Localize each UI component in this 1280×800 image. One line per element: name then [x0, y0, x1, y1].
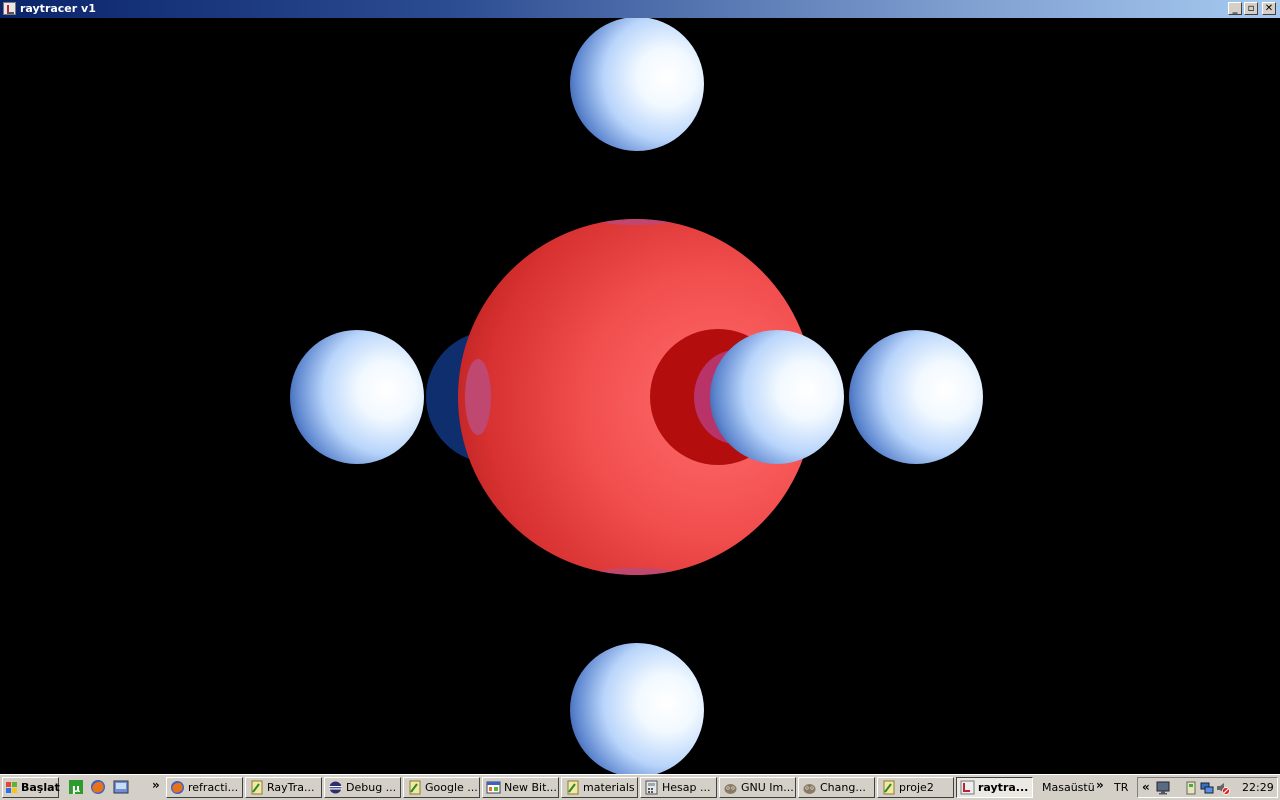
task-label: raytra... [978, 781, 1029, 794]
refraction-spot-left [465, 359, 491, 435]
sphere-center-right [710, 330, 844, 464]
clock[interactable]: 22:29 [1242, 781, 1274, 794]
eclipse-icon [328, 780, 343, 795]
task-label: Debug ... [346, 781, 397, 794]
quicklaunch-utorrent-icon[interactable]: μ [68, 779, 84, 795]
task-debug[interactable]: Debug ... [324, 777, 401, 798]
task-label: Hesap ... [662, 781, 711, 794]
firefox-icon [170, 780, 185, 795]
sphere-bottom [570, 643, 704, 774]
gimp-icon [723, 780, 738, 795]
start-label: Başlat [21, 781, 60, 794]
task-new-bitmap[interactable]: New Bit... [482, 777, 559, 798]
desktop-more-button[interactable]: » [1096, 778, 1104, 792]
task-proje2[interactable]: proje2 [877, 777, 954, 798]
quicklaunch-more-button[interactable]: » [152, 778, 160, 792]
task-label: refracti... [188, 781, 239, 794]
window-title: raytracer v1 [20, 2, 96, 15]
render-canvas [0, 18, 1280, 774]
svg-text:μ: μ [72, 782, 80, 795]
java-icon [249, 780, 264, 795]
task-materials[interactable]: materials [561, 777, 638, 798]
system-tray: « 22:29 [1137, 777, 1278, 798]
sphere-left [290, 330, 424, 464]
windows-flag-icon [6, 782, 18, 794]
minimize-button[interactable]: _ [1228, 2, 1242, 15]
sphere-right [849, 330, 983, 464]
java-icon [565, 780, 580, 795]
window-icon [486, 780, 501, 795]
task-refraction[interactable]: refracti... [166, 777, 243, 798]
refraction-cap-top [598, 219, 674, 225]
tray-expand-button[interactable]: « [1142, 780, 1150, 794]
maximize-button[interactable]: ▫ [1244, 2, 1258, 15]
volume-muted-icon[interactable] [1216, 781, 1230, 795]
task-raytracer-java[interactable]: RayTra... [245, 777, 322, 798]
usb-device-icon[interactable] [1184, 781, 1198, 795]
close-button[interactable]: ✕ [1262, 2, 1276, 15]
language-indicator[interactable]: TR [1114, 781, 1128, 794]
task-label: materials [583, 781, 635, 794]
taskbar: Başlat μ » refracti... RayTra... Debug .… [0, 774, 1280, 800]
sphere-top [570, 18, 704, 151]
quicklaunch-firefox-icon[interactable] [90, 779, 106, 795]
java-icon [407, 780, 422, 795]
task-raytracer-active[interactable]: raytra... [956, 777, 1033, 798]
desktop-toolbar-label[interactable]: Masaüstü [1042, 781, 1095, 794]
task-google[interactable]: Google ... [403, 777, 480, 798]
window-titlebar[interactable]: raytracer v1 _ ▫ ✕ [0, 0, 1280, 18]
network-icon[interactable] [1200, 781, 1214, 795]
task-change[interactable]: Chang... [798, 777, 875, 798]
task-label: New Bit... [504, 781, 557, 794]
task-label: Google ... [425, 781, 478, 794]
task-label: RayTra... [267, 781, 315, 794]
app-icon [960, 780, 975, 795]
monitor-icon[interactable] [1156, 781, 1170, 795]
task-label: GNU Im... [741, 781, 794, 794]
gimp-icon [802, 780, 817, 795]
task-label: Chang... [820, 781, 866, 794]
calculator-icon [644, 780, 659, 795]
refraction-cap-bottom [598, 568, 674, 575]
start-button[interactable]: Başlat [2, 777, 60, 798]
task-label: proje2 [899, 781, 934, 794]
java-icon [881, 780, 896, 795]
quicklaunch-show-desktop-icon[interactable] [113, 779, 129, 795]
task-hesap[interactable]: Hesap ... [640, 777, 717, 798]
java-app-icon [3, 2, 16, 15]
task-gimp[interactable]: GNU Im... [719, 777, 796, 798]
